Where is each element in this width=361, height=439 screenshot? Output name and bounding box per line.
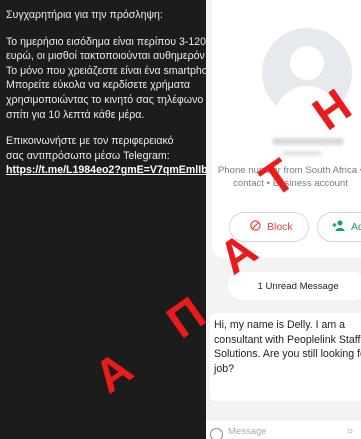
message-input[interactable]: Message — [228, 426, 267, 437]
body-line: χρησιμοποιώντας το κινητό σας τηλέφωνο σ… — [6, 93, 206, 106]
add-contact-icon — [332, 220, 345, 234]
message-bubble[interactable]: Hi, my name is Delly. I am a consultant … — [210, 313, 361, 401]
attach-icon[interactable] — [210, 428, 223, 439]
chat-screen: Phone number from South Africa • contact… — [206, 0, 361, 439]
contact-info: Phone number from South Africa • contact… — [212, 164, 361, 191]
message-line: Solutions. Are you still looking for — [214, 348, 361, 361]
block-icon — [250, 220, 261, 234]
contact-info-line: Phone number from South Africa • — [217, 165, 361, 176]
add-label: Ad — [351, 221, 361, 233]
congrats-line: Συγχαρητήρια για την πρόσληψη: — [6, 9, 163, 21]
body-line: Το μόνο που χρειάζεστε είναι ένα smartph… — [6, 64, 206, 77]
body-line: Το ημερήσιο εισόδημα είναι περίπου 3-120… — [6, 35, 206, 48]
message-line: job? — [214, 362, 235, 375]
block-button[interactable]: Block — [229, 212, 309, 242]
avatar[interactable] — [262, 28, 352, 118]
contact-info-line: contact • Business account — [233, 178, 348, 190]
body-line: Μπορείτε εύκολα να κερδίσετε χρήματα — [6, 79, 191, 92]
message-input-bar: Message ○ — [206, 421, 361, 439]
message-line: consultant with Peoplelink Staffing — [214, 333, 361, 346]
body-line: ευρώ, οι μισθοί τακτοποιούνται αυθημερόν — [6, 50, 205, 63]
scam-text-panel: Συγχαρητήρια για την πρόσληψη: Το ημερήσ… — [0, 0, 206, 439]
profile-card: Phone number from South Africa • contact… — [212, 0, 361, 258]
message-line: Hi, my name is Delly. I am a — [214, 319, 346, 331]
add-contact-button[interactable]: Ad — [317, 212, 361, 242]
block-label: Block — [267, 221, 293, 233]
telegram-link[interactable]: https://t.me/L1984eo2?gmE=V7qmEmlIbT — [6, 163, 206, 178]
blurred-phone-number — [272, 138, 344, 145]
body-line: σπίτι για 10 λεπτά κάθε μέρα. — [6, 108, 145, 121]
blurred-name — [282, 151, 322, 156]
unread-badge: 1 Unread Message — [228, 272, 361, 300]
contact-line: σας αντιπρόσωπο μέσω Telegram: — [6, 149, 170, 162]
contact-line: Επικοινωνήστε με τον περιφερειακό — [6, 135, 174, 148]
mic-icon[interactable]: ○ — [347, 426, 353, 437]
